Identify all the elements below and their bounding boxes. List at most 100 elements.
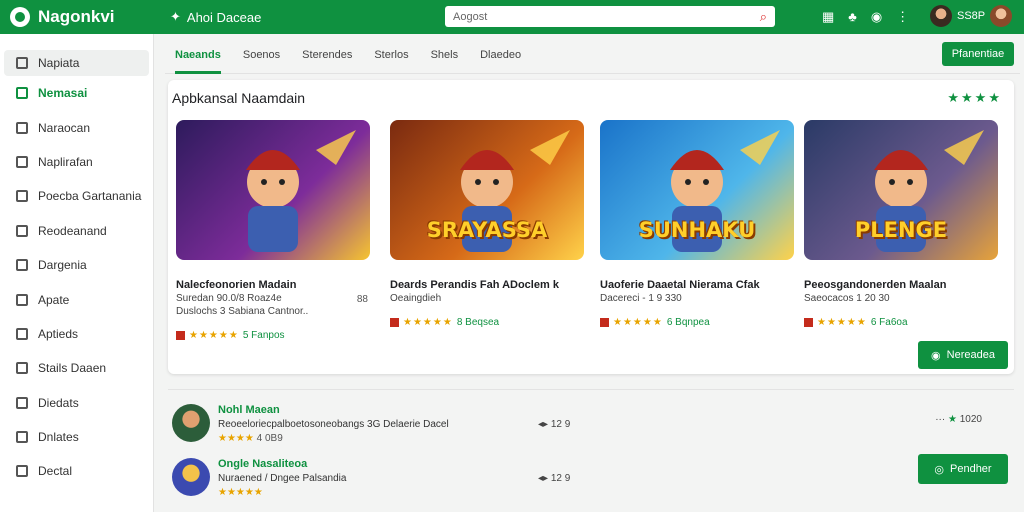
rating-stars: ★★★★★: [613, 317, 663, 328]
sidebar-item-12[interactable]: Dectal: [4, 454, 149, 488]
sidebar-item-label: Apate: [38, 292, 70, 307]
sidebar-item-5[interactable]: Reodeanand: [4, 214, 149, 248]
sidebar-item-label: Dectal: [38, 464, 73, 479]
tab-2[interactable]: Sterendes: [302, 34, 352, 74]
thumbnail-title: PLENGE: [854, 218, 948, 242]
list-title[interactable]: Nohl Maean: [218, 404, 280, 416]
sidebar-item-6[interactable]: Dargenia: [4, 248, 149, 282]
app-name[interactable]: Uaoferie Daaetal Nierama Cfak: [600, 278, 796, 292]
apps-icon[interactable]: ♣: [848, 9, 857, 25]
apps-icon: [16, 87, 28, 100]
tv-icon: [16, 121, 28, 134]
tab-4[interactable]: Shels: [431, 34, 459, 74]
list-title[interactable]: Ongle Nasaliteoa: [218, 458, 307, 470]
age-badge-icon: [600, 318, 609, 327]
app-name[interactable]: Peeosgandonerden Maalan: [804, 278, 1000, 292]
sidebar-item-0[interactable]: Napiata: [4, 50, 149, 76]
grid-view-icon[interactable]: ▦: [822, 9, 834, 25]
app-card[interactable]: Nalecfeonorien Madain Suredan 90.0/8 Roaz…: [176, 120, 372, 341]
app-card[interactable]: SRAYASSA Deards Perandis Fah ADoclem k Oea…: [390, 120, 586, 328]
age-badge-icon: [804, 318, 813, 327]
sidebar-item-label: Napiata: [38, 56, 80, 70]
sidebar-item-7[interactable]: Apate: [4, 282, 149, 316]
logo-icon: [10, 7, 30, 27]
app-thumbnail[interactable]: [176, 120, 370, 260]
sidebar-item-10[interactable]: Diedats: [4, 386, 149, 420]
toolbar-icons: ▦ ♣ ◉ ⋮: [822, 9, 909, 25]
app-card[interactable]: PLENGE Peeosgandonerden Maalan Saeocacos 1…: [804, 120, 1000, 328]
list-action-button[interactable]: ◎ Pendher: [918, 454, 1008, 484]
list-meta-value: 12 9: [550, 473, 571, 484]
eye-icon: ◎: [934, 463, 944, 476]
search-input[interactable]: Aogost ⌕: [445, 6, 775, 27]
circle-icon: [16, 327, 28, 340]
profile-avatar[interactable]: [990, 5, 1012, 27]
tab-1[interactable]: Soenos: [243, 34, 280, 74]
thumbnail-title: SUNHAKU: [638, 218, 756, 242]
list-meta: ◂▸ 12 9: [538, 473, 570, 484]
sidebar-item-9[interactable]: Stails Daaen: [4, 351, 149, 385]
sidebar-item-label: Dnlates: [38, 430, 79, 445]
rating-label: 8 Beqsea: [456, 317, 500, 328]
mail-icon: [16, 293, 28, 306]
app-rating: ★★★★★ 5 Fanpos: [176, 330, 372, 341]
tab-3[interactable]: Sterlos: [374, 34, 408, 74]
app-logo[interactable]: Nagonkvi: [10, 7, 115, 27]
sidebar-item-8[interactable]: Aptieds: [4, 317, 149, 351]
bag-icon: [16, 362, 28, 375]
sidebar-item-label: Diedats: [38, 395, 79, 410]
list-rating: ★★★★ 4 0B9: [218, 433, 283, 444]
more-icon[interactable]: ⋮: [896, 9, 909, 25]
shield-icon: [16, 396, 28, 409]
sidebar-item-1[interactable]: Nemasai: [4, 76, 149, 110]
sidebar-item-label: Naplirafan: [38, 154, 93, 169]
sidebar-item-label: Aptieds: [38, 326, 79, 341]
app-thumbnail[interactable]: PLENGE: [804, 120, 998, 260]
section-rating-stars: ★★★★: [947, 90, 1002, 105]
sidebar-item-label: Naraocan: [38, 120, 91, 135]
rating-label: 4 0B9: [256, 433, 283, 444]
list-right-info: ··· ★ 1020: [935, 414, 982, 425]
grid-icon: [16, 57, 28, 69]
chart-icon: [16, 259, 28, 272]
app-card[interactable]: SUNHAKU Uaoferie Daaetal Nierama Cfak Dace…: [600, 120, 796, 328]
app-thumbnail[interactable]: SRAYASSA: [390, 120, 584, 260]
tab-0[interactable]: Naeands: [175, 34, 221, 74]
list-item[interactable]: Nohl Maean Reoeeloriecpalboetosoneobangs …: [168, 398, 1014, 452]
app-rating: ★★★★★ 6 Bqnpea: [600, 317, 796, 328]
rating-stars: ★★★★★: [817, 317, 867, 328]
thumbnail-title: SRAYASSA: [426, 218, 548, 242]
play-icon: ◉: [931, 349, 941, 362]
sidebar-item-4[interactable]: Poecba Gartanania: [4, 179, 149, 213]
rating-label: 5 Fanpos: [242, 330, 285, 341]
app-name[interactable]: Nalecfeonorien Madain: [176, 278, 372, 292]
list-desc: Nuraened / Dngee Palsandia: [218, 473, 347, 484]
list-rating: ★★★★★: [218, 487, 263, 498]
notification-icon[interactable]: ◉: [871, 9, 882, 25]
breadcrumb-label: Ahoi Daceae: [186, 9, 262, 25]
app-name[interactable]: Deards Perandis Fah ADoclem k: [390, 278, 586, 292]
section-action-button[interactable]: ◉ Nereadea: [918, 341, 1008, 369]
sidebar-item-3[interactable]: Naplirafan: [4, 145, 149, 179]
sidebar-item-label: Stails Daaen: [38, 361, 107, 376]
breadcrumb[interactable]: ✦ Ahoi Daceae: [170, 9, 261, 25]
list-item[interactable]: Ongle Nasaliteoa Nuraened / Dngee Palsand…: [168, 452, 1014, 506]
search-icon[interactable]: ⌕: [760, 9, 767, 25]
top-bar: Nagonkvi ✦ Ahoi Daceae Aogost ⌕ ▦ ♣ ◉ ⋮ …: [0, 0, 1024, 34]
header-action-button[interactable]: Pfanentiae: [942, 42, 1014, 66]
sidebar-item-2[interactable]: Naraocan: [4, 110, 149, 144]
avatar[interactable]: [930, 5, 952, 27]
section-button-label: Nereadea: [946, 349, 995, 361]
app-thumbnail[interactable]: SUNHAKU: [600, 120, 794, 260]
app-rating: ★★★★★ 8 Beqsea: [390, 317, 586, 328]
divider: [168, 389, 1014, 390]
sidebar-item-label: Reodeanand: [38, 223, 107, 238]
info-icon: ◂▸: [538, 473, 551, 484]
dots-icon: ···: [935, 414, 948, 425]
list-right-value: 1020: [959, 414, 982, 425]
sidebar-item-11[interactable]: Dnlates: [4, 420, 149, 454]
rating-stars: ★★★★★: [403, 317, 453, 328]
sidebar: Napiata Nemasai Naraocan Naplirafan Poecba G…: [0, 34, 154, 512]
tab-5[interactable]: Dlaedeo: [480, 34, 521, 74]
sidebar-item-label: Dargenia: [38, 258, 87, 273]
